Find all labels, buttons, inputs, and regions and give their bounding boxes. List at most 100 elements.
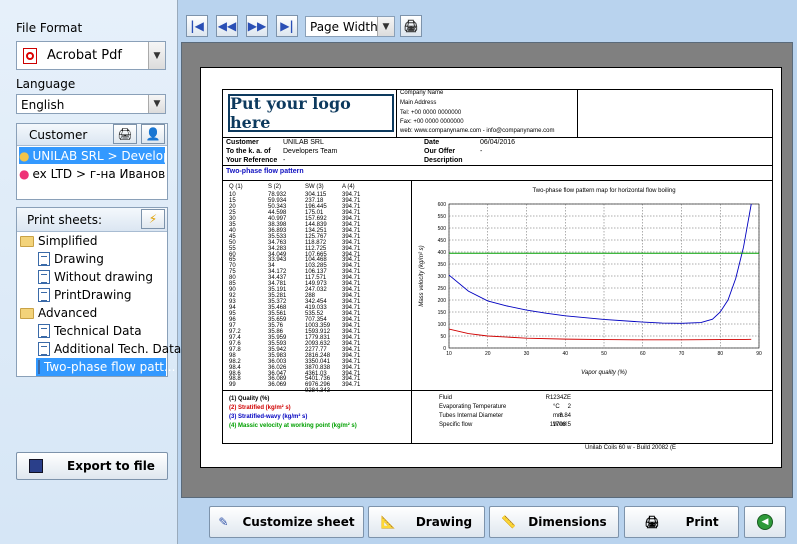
col-header-q: Q (1)	[229, 184, 243, 190]
print-button[interactable]: 🖨 Print	[624, 506, 739, 538]
logo-placeholder: Put your logo here	[228, 94, 394, 132]
chevron-down-icon[interactable]: ▼	[148, 95, 165, 113]
language-value: English	[21, 98, 65, 112]
to-label: To the k. a. of	[226, 148, 271, 155]
company-fax: Fax: +00 0000 0000000	[400, 119, 464, 125]
tree-drawing[interactable]: Drawing	[38, 250, 104, 268]
language-select[interactable]: English ▼	[16, 94, 166, 114]
print-sheets-label: Print sheets:	[27, 213, 103, 227]
x-tick-label: 50	[601, 351, 607, 357]
next-page-icon[interactable]: ▶▶	[246, 15, 268, 37]
property-label: Evaporating Temperature	[439, 404, 507, 410]
tree-two-phase-flow[interactable]: Two-phase flow patt...	[36, 358, 175, 376]
chevron-down-icon[interactable]: ▼	[377, 17, 394, 36]
chart-title: Two-phase flow pattern map for horizonta…	[532, 188, 675, 194]
date-label: Date	[424, 139, 440, 146]
print-sheets-header: Print sheets: ⚡	[17, 208, 167, 232]
document-icon	[38, 252, 50, 266]
drawing-button[interactable]: 📐 Drawing	[368, 506, 485, 538]
footer-build: Unilab Coils 60 w - Build 20082 (E	[585, 445, 677, 451]
reference-value: -	[283, 157, 286, 164]
legend-working-point: (4) Massic velocity at working point (kg…	[229, 423, 357, 429]
printer-icon[interactable]: 🖨	[400, 15, 422, 37]
x-tick-label: 10	[446, 351, 452, 357]
property-value: 2	[567, 404, 571, 410]
back-arrow-icon: ◀	[757, 514, 773, 530]
y-tick-label: 350	[438, 262, 447, 268]
customer-panel: Customer 🖨 👤 ●UNILAB SRL > Develope... ●…	[16, 123, 168, 200]
property-unit: W/m²	[553, 422, 568, 428]
printer-icon[interactable]: 🖨	[113, 124, 137, 144]
customize-sheet-button[interactable]: ✎ Customize sheet	[209, 506, 364, 538]
lightning-icon[interactable]: ⚡	[141, 209, 165, 229]
y-tick-label: 300	[438, 274, 447, 280]
folder-icon	[20, 307, 34, 319]
y-tick-label: 150	[438, 310, 447, 316]
people-icon: ●	[19, 166, 30, 181]
property-label: Fluid	[439, 395, 453, 401]
ruler-pencil-icon: 📐	[380, 515, 396, 529]
date-value: 06/04/2016	[480, 139, 516, 146]
y-tick-label: 550	[438, 214, 447, 220]
zoom-select[interactable]: Page Width ▼	[305, 16, 395, 37]
tree-print-drawing[interactable]: PrintDrawing	[38, 286, 132, 304]
company-tel: Tel: +00 0000 0000000	[400, 110, 462, 116]
document-icon	[38, 324, 50, 338]
tree-without-drawing[interactable]: Without drawing	[38, 268, 153, 286]
customer-label: Customer	[29, 128, 88, 142]
chevron-down-icon[interactable]: ▼	[148, 42, 165, 69]
x-tick-label: 60	[640, 351, 646, 357]
tree-technical-data[interactable]: Technical Data	[38, 322, 142, 340]
y-tick-label: 50	[440, 334, 446, 340]
customer-item[interactable]: ●UNILAB SRL > Develope...	[19, 147, 165, 164]
pdf-icon	[23, 48, 37, 64]
property-value: R1234ZE	[545, 395, 571, 401]
legend-quality: (1) Quality (%)	[229, 396, 270, 402]
customer-item[interactable]: ● ex LTD > г-на Иванова	[19, 165, 165, 182]
property-unit: mm	[553, 413, 563, 419]
property-label: Specific flow	[439, 422, 473, 428]
property-unit: °C	[553, 404, 560, 410]
zoom-value: Page Width	[310, 20, 378, 34]
y-tick-label: 200	[438, 298, 447, 304]
y-axis-label: Mass velocity (kg/m² s)	[419, 245, 425, 306]
section-title: Two-phase flow pattern	[226, 168, 304, 175]
contact-card-icon[interactable]: 👤	[141, 124, 165, 144]
preview-toolbar: |◀ ◀◀ ▶▶ ▶| Page Width ▼ 🖨	[181, 0, 797, 42]
people-icon: ●	[19, 148, 30, 163]
previous-page-icon[interactable]: ◀◀	[216, 15, 238, 37]
export-to-file-button[interactable]: Export to file	[16, 452, 168, 480]
x-axis-label: Vapor quality (%)	[581, 370, 627, 376]
customer-header: Customer 🖨 👤	[17, 124, 167, 146]
y-tick-label: 500	[438, 226, 447, 232]
flow-pattern-chart: Two-phase flow pattern map for horizonta…	[419, 188, 762, 376]
file-format-label: File Format	[16, 21, 83, 35]
col-header-a: A (4)	[342, 184, 355, 190]
col-header-sw: SW (3)	[305, 184, 324, 190]
y-tick-label: 400	[438, 250, 447, 256]
file-format-select[interactable]: Acrobat Pdf ▼	[16, 41, 166, 70]
language-label: Language	[16, 77, 76, 91]
back-button[interactable]: ◀	[744, 506, 786, 538]
tree-advanced[interactable]: Advanced	[20, 304, 97, 322]
y-tick-label: 450	[438, 238, 447, 244]
dimensions-button[interactable]: 📏 Dimensions	[489, 506, 619, 538]
col-header-s: S (2)	[268, 184, 282, 190]
first-page-icon[interactable]: |◀	[186, 15, 208, 37]
table-cell: 99	[229, 382, 236, 389]
x-tick-label: 40	[562, 351, 568, 357]
company-name: Company Name	[400, 90, 444, 96]
tree-simplified[interactable]: Simplified	[20, 232, 97, 250]
document-icon	[38, 270, 50, 284]
document-icon	[38, 288, 50, 302]
folder-icon	[20, 235, 34, 247]
last-page-icon[interactable]: ▶|	[276, 15, 298, 37]
table-cell: 394.71	[342, 382, 361, 389]
offer-value: -	[480, 148, 483, 155]
description-label: Description	[424, 157, 463, 164]
table-cell: 9284.343	[305, 388, 331, 395]
document-icon	[38, 360, 40, 374]
ruler-icon: 📏	[501, 515, 517, 529]
tree-additional-tech-data[interactable]: Additional Tech. Data	[38, 340, 181, 358]
property-label: Tubes Internal Diameter	[439, 413, 504, 419]
